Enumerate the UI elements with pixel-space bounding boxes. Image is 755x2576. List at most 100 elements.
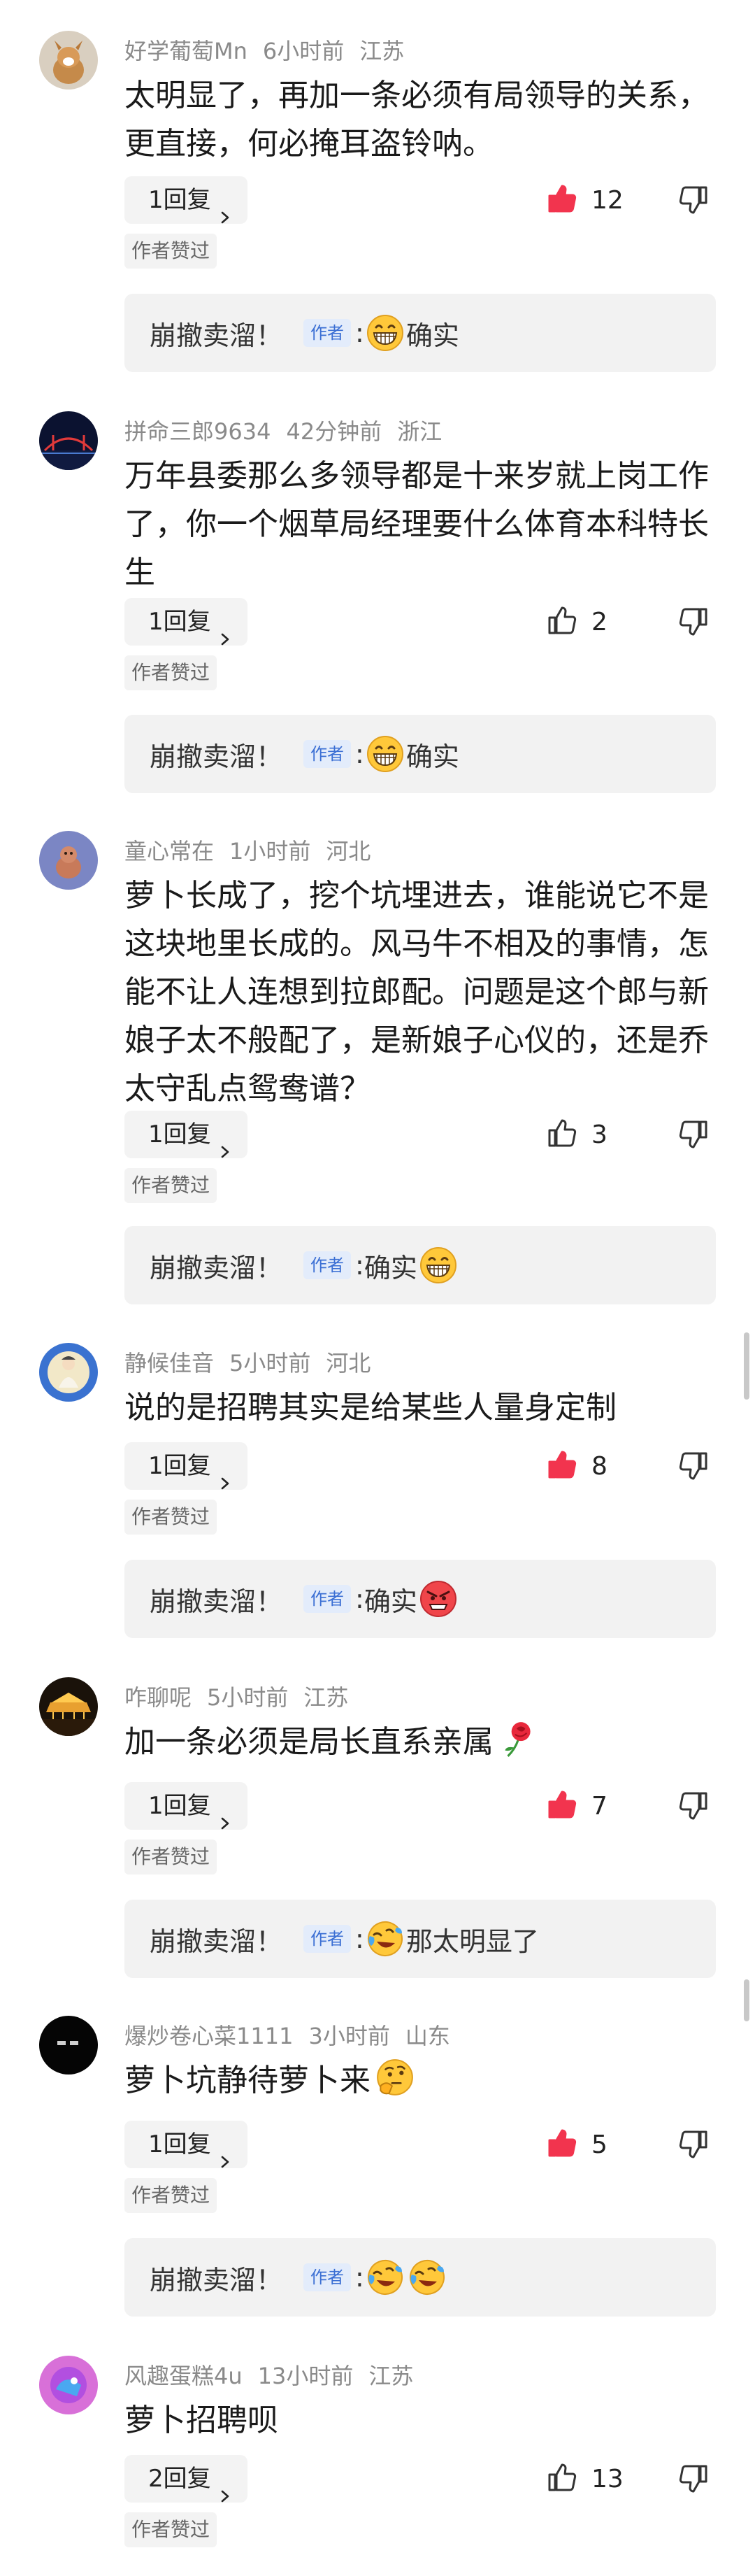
comment-text-block[interactable]: 萝卜坑静待萝卜来 xyxy=(124,2056,709,2105)
author-reply-text: 确实 xyxy=(364,1252,417,1283)
avatar[interactable] xyxy=(39,2356,98,2414)
comment-text-block[interactable]: 加一条必须是局长直系亲属 xyxy=(124,1718,709,1766)
scrollbar-thumb[interactable] xyxy=(744,1332,749,1400)
author-liked-tag: 作者赞过 xyxy=(124,2512,217,2547)
author-liked-tag: 作者赞过 xyxy=(124,1168,217,1203)
comment-text-block[interactable]: 萝卜招聘呗 xyxy=(124,2396,709,2445)
replier-name[interactable]: 崩撤卖溜！ xyxy=(150,1920,282,1958)
grin-emoji xyxy=(366,734,405,774)
username[interactable]: 拼命三郎9634 xyxy=(124,418,271,445)
dislike-button[interactable] xyxy=(677,1449,710,1483)
avatar[interactable] xyxy=(39,1677,98,1736)
comment-meta: 拼命三郎9634 42分钟前 浙江 xyxy=(124,414,457,446)
comment-region: 江苏 xyxy=(368,2363,414,2389)
comment-region: 河北 xyxy=(326,1350,371,1376)
author-reply-preview[interactable]: 崩撤卖溜！ 作者: xyxy=(124,2238,716,2317)
laugh-cry-emoji xyxy=(366,1919,405,1958)
username[interactable]: 爆炒卷心菜1111 xyxy=(124,2023,293,2049)
dislike-button[interactable] xyxy=(677,1118,710,1151)
laugh-cry-emoji xyxy=(366,2258,405,2297)
comment-text: 萝卜长成了，挖个坑埋进去，谁能说它不是这块地里长成的。风马牛不相及的事情，怎能不… xyxy=(124,878,709,1106)
author-reply-preview[interactable]: 崩撤卖溜！ 作者: 确实 xyxy=(124,715,716,793)
avatar[interactable] xyxy=(39,2016,98,2075)
reply-separator: : xyxy=(355,2262,364,2293)
replier-name[interactable]: 崩撤卖溜！ xyxy=(150,314,282,353)
view-replies-button[interactable]: 1回复 xyxy=(124,2121,247,2168)
rose-emoji xyxy=(498,1718,538,1759)
chevron-right-icon xyxy=(218,615,232,646)
username[interactable]: 风趣蛋糕4u xyxy=(124,2363,243,2389)
comment-text-block[interactable]: 太明显了，再加一条必须有局领导的关系，更直接，何必掩耳盗铃呐。 xyxy=(124,71,709,168)
reply-separator: : xyxy=(355,318,364,348)
avatar[interactable] xyxy=(39,831,98,890)
like-button[interactable]: 12 xyxy=(545,176,624,224)
dislike-button[interactable] xyxy=(677,2462,710,2496)
replier-name[interactable]: 崩撤卖溜！ xyxy=(150,1246,282,1285)
author-liked-tag: 作者赞过 xyxy=(124,1840,217,1874)
reply-count-label: 1回复 xyxy=(148,1452,211,1480)
author-badge: 作者 xyxy=(303,319,352,347)
comment-meta: 好学葡萄Mn 6小时前 江苏 xyxy=(124,34,419,66)
author-badge: 作者 xyxy=(303,1251,352,1279)
dislike-button[interactable] xyxy=(677,183,710,217)
comment-text-block[interactable]: 萝卜长成了，挖个坑埋进去，谁能说它不是这块地里长成的。风马牛不相及的事情，怎能不… xyxy=(124,871,709,1113)
like-button[interactable]: 13 xyxy=(545,2455,624,2503)
comment-text-block[interactable]: 万年县委那么多领导都是十来岁就上岗工作了，你一个烟草局经理要什么体育本科特长生 xyxy=(124,452,709,597)
author-badge: 作者 xyxy=(303,740,352,768)
replier-name[interactable]: 崩撤卖溜！ xyxy=(150,2258,282,2297)
view-replies-button[interactable]: 1回复 xyxy=(124,176,247,224)
author-liked-tag: 作者赞过 xyxy=(124,1500,217,1535)
dislike-button[interactable] xyxy=(677,2128,710,2161)
view-replies-button[interactable]: 1回复 xyxy=(124,1111,247,1158)
replier-name[interactable]: 崩撤卖溜！ xyxy=(150,735,282,774)
like-button[interactable]: 2 xyxy=(545,598,607,646)
comment-meta: 风趣蛋糕4u 13小时前 江苏 xyxy=(124,2358,429,2391)
scrollbar-thumb[interactable] xyxy=(744,1979,749,2021)
chevron-right-icon xyxy=(218,1127,232,1158)
comment-region: 河北 xyxy=(326,838,371,864)
replier-name[interactable]: 崩撤卖溜！ xyxy=(150,1580,282,1618)
like-button[interactable]: 5 xyxy=(545,2121,607,2168)
chevron-right-icon xyxy=(218,2472,232,2503)
view-replies-button[interactable]: 1回复 xyxy=(124,1782,247,1830)
author-reply-preview[interactable]: 崩撤卖溜！ 作者: 确实 xyxy=(124,294,716,372)
thumbs-up-icon xyxy=(545,1448,579,1484)
author-liked-tag: 作者赞过 xyxy=(124,2178,217,2213)
author-reply-preview[interactable]: 崩撤卖溜！ 作者: 确实 xyxy=(124,1560,716,1638)
author-reply-text: 确实 xyxy=(364,1586,417,1617)
chevron-right-icon xyxy=(218,1459,232,1490)
username[interactable]: 好学葡萄Mn xyxy=(124,38,247,64)
avatar[interactable] xyxy=(39,1343,98,1402)
comment-region: 江苏 xyxy=(303,1684,349,1711)
like-button[interactable]: 7 xyxy=(545,1782,607,1830)
dislike-button[interactable] xyxy=(677,1789,710,1823)
comment-time: 5小时前 xyxy=(229,1350,311,1376)
laugh-cry-emoji xyxy=(408,2258,447,2297)
comment-text: 说的是招聘其实是给某些人量身定制 xyxy=(124,1390,617,1425)
comment-meta: 静候佳音 5小时前 河北 xyxy=(124,1346,386,1378)
thinking-emoji xyxy=(375,2057,415,2098)
comment-text-block[interactable]: 说的是招聘其实是给某些人量身定制 xyxy=(124,1383,709,1432)
like-count: 2 xyxy=(591,607,607,636)
view-replies-button[interactable]: 2回复 xyxy=(124,2455,247,2503)
reply-separator: : xyxy=(355,1923,364,1954)
thumbs-down-icon xyxy=(677,1452,710,1486)
comment-time: 6小时前 xyxy=(262,38,345,64)
view-replies-button[interactable]: 1回复 xyxy=(124,1442,247,1490)
author-reply-preview[interactable]: 崩撤卖溜！ 作者: 那太明显了 xyxy=(124,1900,716,1978)
username[interactable]: 童心常在 xyxy=(124,838,214,864)
dislike-button[interactable] xyxy=(677,605,710,639)
username[interactable]: 静候佳音 xyxy=(124,1350,214,1376)
username[interactable]: 咋聊呢 xyxy=(124,1684,192,1711)
like-button[interactable]: 8 xyxy=(545,1442,607,1490)
thumbs-down-icon xyxy=(677,608,710,641)
like-count: 12 xyxy=(591,185,624,215)
author-reply-preview[interactable]: 崩撤卖溜！ 作者: 确实 xyxy=(124,1226,716,1304)
chevron-right-icon xyxy=(218,193,232,224)
like-button[interactable]: 3 xyxy=(545,1111,607,1158)
avatar[interactable] xyxy=(39,31,98,90)
thumbs-up-icon xyxy=(545,1788,579,1824)
view-replies-button[interactable]: 1回复 xyxy=(124,598,247,646)
grin-emoji xyxy=(366,313,405,353)
avatar[interactable] xyxy=(39,411,98,470)
